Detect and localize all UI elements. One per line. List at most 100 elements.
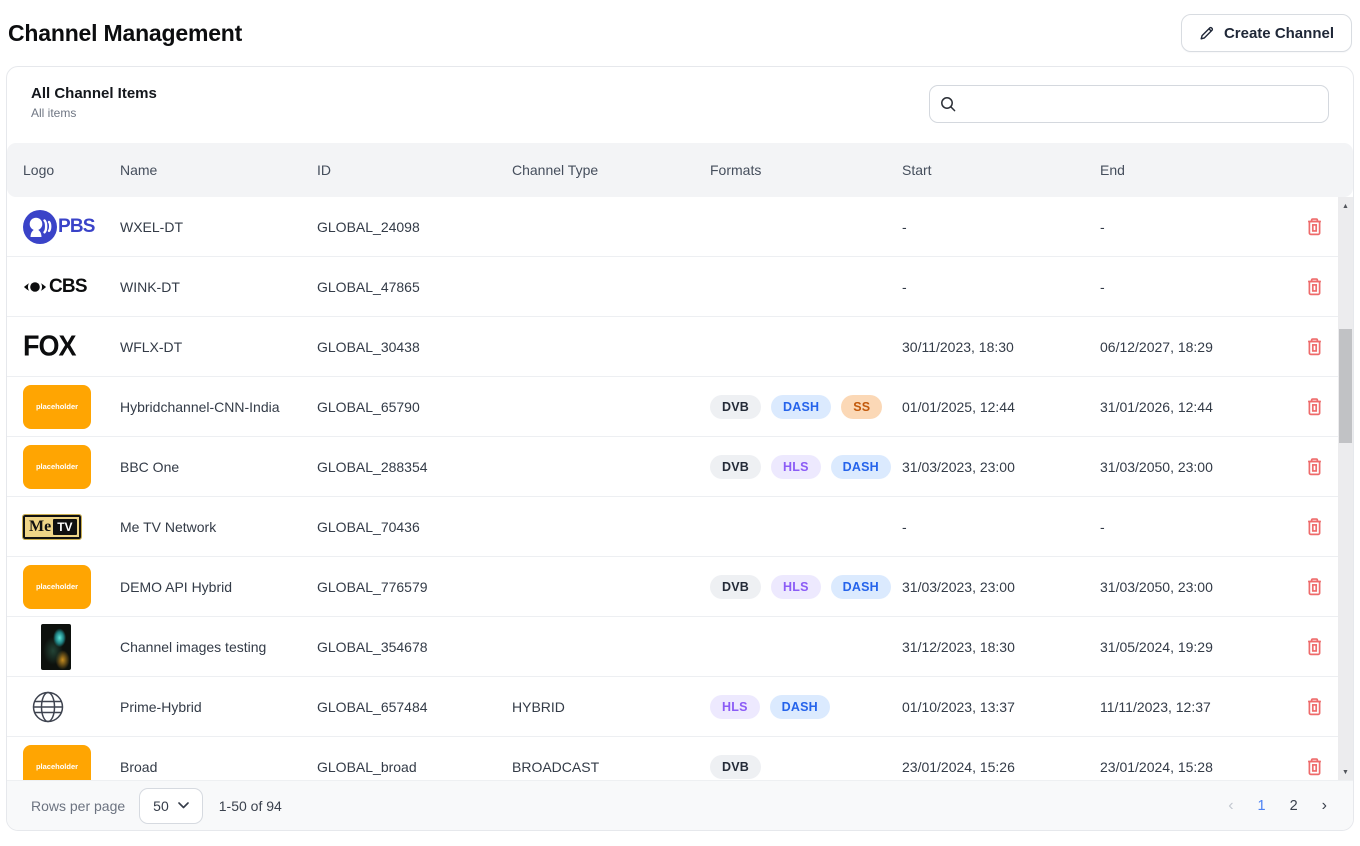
placeholder-logo: placeholder — [23, 745, 91, 783]
trash-icon — [1306, 637, 1323, 656]
table-row[interactable]: Channel images testing GLOBAL_354678 31/… — [7, 617, 1353, 677]
logo-cell: placeholder — [23, 385, 120, 429]
table-row[interactable]: MeTV Me TV Network GLOBAL_70436 - - — [7, 497, 1353, 557]
search-wrap — [929, 85, 1329, 123]
format-badge-dash: DASH — [770, 695, 830, 719]
channel-list-card: All Channel Items All items Logo Name ID… — [6, 66, 1354, 831]
search-input[interactable] — [929, 85, 1329, 123]
vertical-scrollbar[interactable]: ▲ ▼ — [1338, 197, 1353, 782]
table-row[interactable]: placeholder Hybridchannel-CNN-India GLOB… — [7, 377, 1353, 437]
channel-type: BROADCAST — [512, 759, 710, 775]
panel-titles: All Channel Items All items — [31, 85, 157, 120]
table-row[interactable]: PBS WXEL-DT GLOBAL_24098 - - — [7, 197, 1353, 257]
channel-end: - — [1100, 279, 1290, 295]
scrollbar-up-arrow[interactable]: ▲ — [1338, 199, 1353, 214]
channel-end: 31/03/2050, 23:00 — [1100, 579, 1290, 595]
create-channel-button[interactable]: Create Channel — [1181, 14, 1352, 52]
format-badge-dash: DASH — [831, 575, 891, 599]
channel-start: 01/01/2025, 12:44 — [902, 399, 1100, 415]
previous-page-button[interactable]: ‹ — [1228, 798, 1233, 814]
format-badge-dvb: DVB — [710, 455, 761, 479]
trash-icon — [1306, 577, 1323, 596]
channel-name: WXEL-DT — [120, 219, 317, 235]
channel-id: GLOBAL_70436 — [317, 519, 512, 535]
channel-start: 30/11/2023, 18:30 — [902, 339, 1100, 355]
create-channel-label: Create Channel — [1224, 25, 1334, 42]
channel-artwork-thumbnail — [41, 624, 71, 670]
channel-formats: DVBHLSDASH — [710, 455, 902, 479]
channel-end: 31/01/2026, 12:44 — [1100, 399, 1290, 415]
channel-name: Me TV Network — [120, 519, 317, 535]
channel-id: GLOBAL_776579 — [317, 579, 512, 595]
delete-channel-button[interactable] — [1302, 573, 1327, 600]
table-row[interactable]: Prime-Hybrid GLOBAL_657484 HYBRID HLSDAS… — [7, 677, 1353, 737]
channel-formats: HLSDASH — [710, 695, 902, 719]
channel-name: Broad — [120, 759, 317, 775]
channel-formats: DVB — [710, 755, 902, 779]
delete-channel-button[interactable] — [1302, 513, 1327, 540]
table-row[interactable]: placeholder DEMO API Hybrid GLOBAL_77657… — [7, 557, 1353, 617]
trash-icon — [1306, 397, 1323, 416]
delete-channel-button[interactable] — [1302, 693, 1327, 720]
globe-icon — [31, 690, 65, 724]
logo-cell: MeTV — [23, 515, 120, 539]
channel-id: GLOBAL_354678 — [317, 639, 512, 655]
delete-channel-button[interactable] — [1302, 753, 1327, 780]
delete-channel-button[interactable] — [1302, 273, 1327, 300]
logo-cell — [23, 690, 120, 724]
delete-channel-button[interactable] — [1302, 213, 1327, 240]
channel-end: - — [1100, 519, 1290, 535]
search-icon — [940, 96, 956, 117]
page-button-2[interactable]: 2 — [1290, 798, 1298, 814]
logo-cell: placeholder — [23, 565, 120, 609]
table-row[interactable]: FOX WFLX-DT GLOBAL_30438 30/11/2023, 18:… — [7, 317, 1353, 377]
column-header-logo: Logo — [23, 162, 120, 178]
scrollbar-thumb[interactable] — [1339, 329, 1352, 443]
column-header-formats: Formats — [710, 162, 902, 178]
table-row[interactable]: placeholder Broad GLOBAL_broad BROADCAST… — [7, 737, 1353, 782]
delete-channel-button[interactable] — [1302, 393, 1327, 420]
channel-start: 31/12/2023, 18:30 — [902, 639, 1100, 655]
table-row[interactable]: placeholder BBC One GLOBAL_288354 DVBHLS… — [7, 437, 1353, 497]
channel-start: 31/03/2023, 23:00 — [902, 459, 1100, 475]
placeholder-logo: placeholder — [23, 445, 91, 489]
format-badge-dash: DASH — [831, 455, 891, 479]
channel-id: GLOBAL_30438 — [317, 339, 512, 355]
cbs-eye-icon — [23, 275, 47, 299]
format-badge-dvb: DVB — [710, 755, 761, 779]
delete-channel-button[interactable] — [1302, 453, 1327, 480]
delete-channel-button[interactable] — [1302, 633, 1327, 660]
channel-end: 31/03/2050, 23:00 — [1100, 459, 1290, 475]
rows-per-page-label: Rows per page — [31, 798, 125, 814]
channel-start: 23/01/2024, 15:26 — [902, 759, 1100, 775]
channel-start: - — [902, 519, 1100, 535]
scrollbar-down-arrow[interactable]: ▼ — [1338, 765, 1353, 780]
channel-end: - — [1100, 219, 1290, 235]
logo-cell: CBS — [23, 275, 120, 299]
panel-title: All Channel Items — [31, 85, 157, 102]
channel-name: Channel images testing — [120, 639, 317, 655]
delete-channel-button[interactable] — [1302, 333, 1327, 360]
table-row[interactable]: CBS WINK-DT GLOBAL_47865 - - — [7, 257, 1353, 317]
channel-id: GLOBAL_65790 — [317, 399, 512, 415]
channel-name: Prime-Hybrid — [120, 699, 317, 715]
channel-type: HYBRID — [512, 699, 710, 715]
channel-id: GLOBAL_24098 — [317, 219, 512, 235]
chevron-down-icon — [178, 802, 189, 809]
page-button-1[interactable]: 1 — [1258, 798, 1266, 814]
panel-head: All Channel Items All items — [7, 67, 1353, 143]
rows-per-page-select[interactable]: 50 — [139, 788, 203, 824]
placeholder-logo: placeholder — [23, 385, 91, 429]
logo-cell — [23, 624, 120, 670]
pencil-icon — [1199, 25, 1215, 41]
placeholder-logo: placeholder — [23, 565, 91, 609]
channel-end: 31/05/2024, 19:29 — [1100, 639, 1290, 655]
next-page-button[interactable]: › — [1322, 798, 1327, 814]
column-header-channel-type: Channel Type — [512, 162, 710, 178]
channel-end: 11/11/2023, 12:37 — [1100, 699, 1290, 715]
panel-subtitle: All items — [31, 106, 157, 120]
channel-name: DEMO API Hybrid — [120, 579, 317, 595]
channel-start: - — [902, 219, 1100, 235]
channel-management-page: Channel Management Create Channel All Ch… — [0, 0, 1360, 846]
rows-per-page-value: 50 — [153, 798, 169, 814]
